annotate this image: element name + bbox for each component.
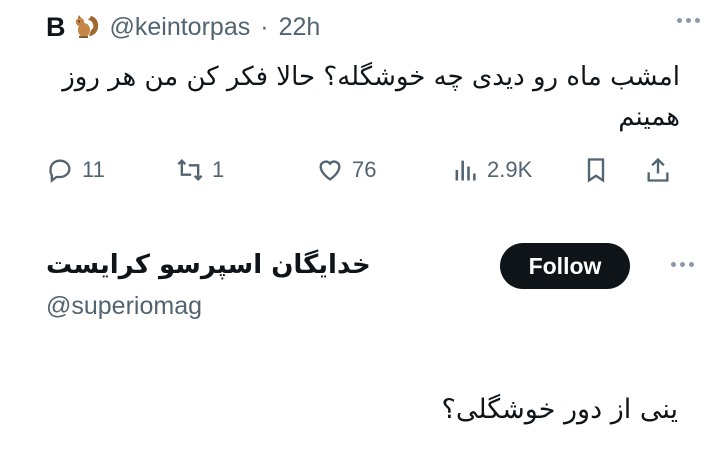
follow-button[interactable]: Follow (500, 243, 630, 289)
more-options-icon[interactable] (671, 262, 694, 267)
share-button[interactable] (644, 150, 672, 190)
tweet-text: امشب ماه رو دیدی چه خوشگله؟ حالا فکر کن … (62, 62, 680, 132)
author-display-name[interactable]: خدایگان اسپرسو کرایست (46, 250, 371, 280)
like-count: 76 (352, 157, 377, 182)
reply-button[interactable]: 11 (46, 150, 105, 190)
views-count: 2.9K (487, 157, 533, 182)
views-button[interactable]: 2.9K (451, 150, 532, 190)
timestamp[interactable]: 22h (279, 13, 321, 42)
reply-text: ینی از دور خوشگلی؟ (441, 394, 678, 425)
separator-dot: · (260, 12, 269, 41)
tweet-header: B @keintorpas · 22h (46, 10, 320, 44)
heart-icon (319, 160, 341, 181)
bookmark-icon (587, 158, 605, 183)
action-bar: 11 1 76 2.9K (46, 150, 686, 190)
repost-icon (177, 159, 203, 181)
more-options-icon[interactable] (677, 18, 700, 23)
like-button[interactable]: 76 (316, 150, 376, 190)
reply-count: 11 (82, 157, 105, 182)
repost-count: 1 (212, 157, 225, 182)
share-icon (647, 157, 669, 182)
reply-icon (49, 159, 71, 183)
views-icon (455, 160, 476, 181)
display-name[interactable]: B (46, 12, 66, 43)
user-handle[interactable]: @keintorpas (110, 13, 251, 42)
repost-button[interactable]: 1 (176, 150, 224, 190)
author-handle[interactable]: @superiomag (46, 292, 202, 321)
squirrel-icon (72, 12, 102, 42)
bookmark-button[interactable] (582, 150, 610, 190)
